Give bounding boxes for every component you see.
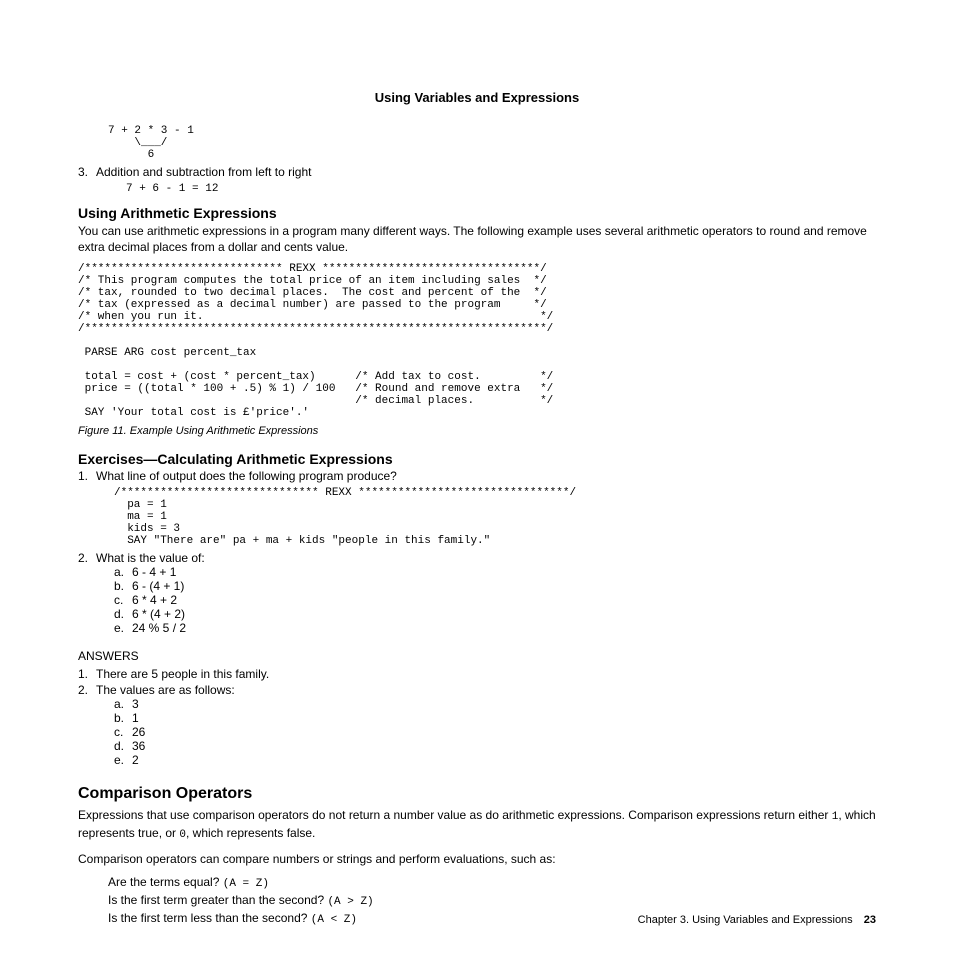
page: Using Variables and Expressions 7 + 2 * … <box>0 0 954 954</box>
exercise-list: What line of output does the following p… <box>78 469 876 635</box>
exercise-2b: 6 - (4 + 1) <box>114 579 876 593</box>
cmp-less-text: Is the first term less than the second? <box>108 911 311 925</box>
answers-label: ANSWERS <box>78 649 876 663</box>
cmp-text-1a: Expressions that use comparison operator… <box>78 808 832 822</box>
footer-page-number: 23 <box>864 914 876 926</box>
answer-2c: 26 <box>114 725 876 739</box>
heading-exercises: Exercises—Calculating Arithmetic Express… <box>78 451 876 467</box>
figure-caption: Figure 11. Example Using Arithmetic Expr… <box>78 425 876 437</box>
cmp-example-equal: Are the terms equal? (A = Z) <box>108 875 876 890</box>
code-figure-11: /****************************** REXX ***… <box>78 263 876 419</box>
exercise-2: What is the value of: 6 - 4 + 1 6 - (4 +… <box>78 551 876 635</box>
para-comparison-2: Comparison operators can compare numbers… <box>78 851 876 867</box>
step-3-text: Addition and subtraction from left to ri… <box>96 165 311 179</box>
answer-1: There are 5 people in this family. <box>78 667 876 681</box>
running-head: Using Variables and Expressions <box>78 90 876 105</box>
answer-2-subitems: 3 1 26 36 2 <box>114 697 876 767</box>
para-comparison-1: Expressions that use comparison operator… <box>78 807 876 843</box>
exercise-2-text: What is the value of: <box>96 551 205 565</box>
answer-2d: 36 <box>114 739 876 753</box>
answers-list: There are 5 people in this family. The v… <box>78 667 876 767</box>
exercise-1: What line of output does the following p… <box>78 469 876 547</box>
step-3: Addition and subtraction from left to ri… <box>78 165 876 195</box>
page-footer: Chapter 3. Using Variables and Expressio… <box>638 914 876 926</box>
exercise-2-subitems: 6 - 4 + 1 6 - (4 + 1) 6 * 4 + 2 6 * (4 +… <box>114 565 876 635</box>
answer-2e: 2 <box>114 753 876 767</box>
heading-using-arithmetic: Using Arithmetic Expressions <box>78 205 876 221</box>
answer-2b: 1 <box>114 711 876 725</box>
cmp-text-1c: , which represents false. <box>186 826 315 840</box>
code-step3-result: 7 + 6 - 1 = 12 <box>126 183 876 195</box>
answer-2: The values are as follows: 3 1 26 36 2 <box>78 683 876 767</box>
para-arithmetic-intro: You can use arithmetic expressions in a … <box>78 223 876 255</box>
exercise-2d: 6 * (4 + 2) <box>114 607 876 621</box>
heading-comparison-operators: Comparison Operators <box>78 785 876 803</box>
code-precedence-example: 7 + 2 * 3 - 1 \___/ 6 <box>108 125 876 161</box>
cmp-example-greater: Is the first term greater than the secon… <box>108 893 876 908</box>
cmp-equal-text: Are the terms equal? <box>108 875 223 889</box>
code-exercise-1: /****************************** REXX ***… <box>114 487 876 547</box>
ordered-step-list: Addition and subtraction from left to ri… <box>78 165 876 195</box>
cmp-less-code: (A < Z) <box>311 914 357 926</box>
cmp-greater-text: Is the first term greater than the secon… <box>108 893 327 907</box>
cmp-code-0: 0 <box>179 829 186 841</box>
footer-chapter: Chapter 3. Using Variables and Expressio… <box>638 914 853 926</box>
answer-2a: 3 <box>114 697 876 711</box>
exercise-2e: 24 % 5 / 2 <box>114 621 876 635</box>
exercise-2c: 6 * 4 + 2 <box>114 593 876 607</box>
cmp-equal-code: (A = Z) <box>223 878 269 890</box>
exercise-2a: 6 - 4 + 1 <box>114 565 876 579</box>
answer-2-intro: The values are as follows: <box>96 683 235 697</box>
exercise-1-text: What line of output does the following p… <box>96 469 397 483</box>
cmp-greater-code: (A > Z) <box>327 896 373 908</box>
